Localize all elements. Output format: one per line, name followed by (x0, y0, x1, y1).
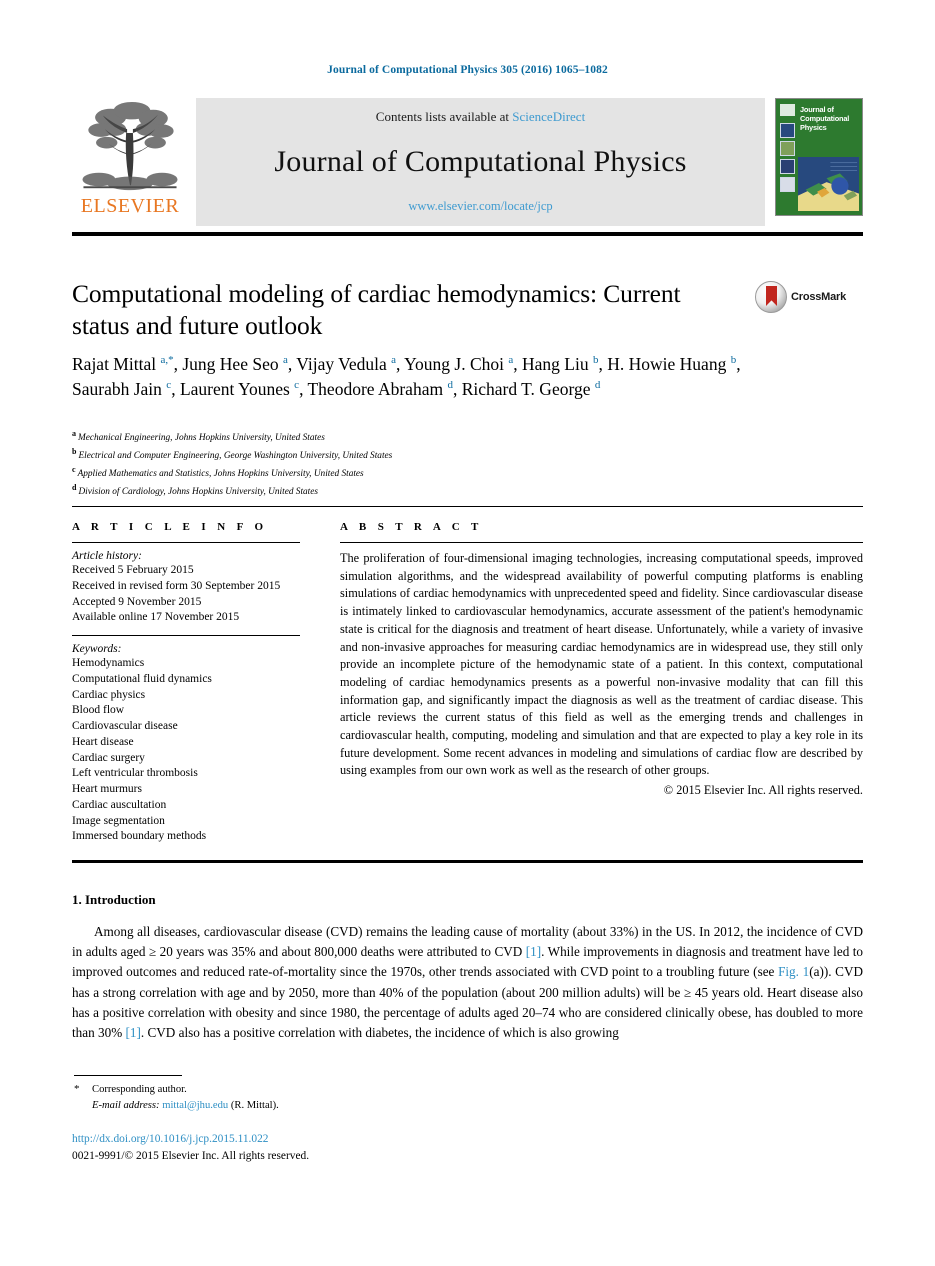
article-info-heading: A R T I C L E I N F O (72, 521, 268, 533)
abstract-column: A B S T R A C T The proliferation of fou… (340, 521, 863, 798)
email-suffix: (R. Mittal). (230, 1099, 279, 1111)
abstract-rule (340, 542, 863, 543)
keyword-item: Left ventricular thrombosis (72, 767, 198, 780)
contents-prefix: Contents lists available at (375, 109, 513, 124)
introduction-top-divider (72, 860, 863, 863)
email-note: E-mail address: mittal@jhu.edu (R. Mitta… (74, 1098, 574, 1114)
issn-copyright: 0021-9991/© 2015 Elsevier Inc. All right… (72, 1149, 310, 1162)
keywords-rule (72, 635, 300, 636)
email-link[interactable]: mittal@jhu.edu (162, 1100, 228, 1111)
journal-url-link[interactable]: www.elsevier.com/locate/jcp (408, 199, 552, 214)
crossmark-icon (755, 281, 787, 313)
affiliation-text: Applied Mathematics and Statistics, John… (77, 469, 364, 480)
affiliation-list: a Mechanical Engineering, Johns Hopkins U… (72, 428, 672, 501)
footer-block: http://dx.doi.org/10.1016/j.jcp.2015.11.… (72, 1131, 309, 1164)
email-label: E-mail address: (92, 1099, 160, 1111)
affiliation-text: Electrical and Computer Engineering, Geo… (78, 451, 393, 462)
elsevier-wordmark: ELSEVIER (80, 195, 180, 217)
running-head: Journal of Computational Physics 305 (20… (327, 64, 608, 76)
paragraph-text: . CVD also has a positive correlation wi… (140, 1024, 619, 1040)
keywords-list: Hemodynamics Computational fluid dynamics… (72, 656, 300, 845)
title-block: Computational modeling of cardiac hemody… (72, 278, 863, 342)
article-info-rule (72, 542, 300, 543)
affiliation-mark: b (72, 447, 77, 457)
introduction-paragraph: Among all diseases, cardiovascular disea… (72, 922, 863, 1043)
article-history-item: Accepted 9 November 2015 (72, 595, 202, 608)
keyword-item: Computational fluid dynamics (72, 672, 212, 685)
author-list: Rajat Mittal a,*, Jung Hee Seo a, Vijay … (72, 354, 741, 400)
citation-link[interactable]: [1] (526, 944, 541, 959)
article-info-column: A R T I C L E I N F O Article history: R… (72, 521, 300, 845)
cover-artwork (798, 157, 859, 211)
citation-link[interactable]: [1] (125, 1025, 140, 1040)
elsevier-logo: ELSEVIER (72, 98, 188, 226)
page-title: Computational modeling of cardiac hemody… (72, 279, 681, 340)
article-history-item: Received in revised form 30 September 20… (72, 579, 281, 592)
contents-panel: Contents lists available at ScienceDirec… (196, 98, 765, 226)
cover-title-text: Journal of Computational Physics (800, 105, 850, 133)
keyword-item: Immersed boundary methods (72, 830, 207, 843)
affiliation-item: c Applied Mathematics and Statistics, Joh… (72, 464, 672, 482)
keyword-item: Cardiac surgery (72, 751, 145, 764)
affiliation-mark: d (72, 483, 77, 493)
cover-thumbnail-1 (780, 123, 795, 138)
article-history-list: Received 5 February 2015 Received in revi… (72, 563, 300, 626)
affiliation-item: d Division of Cardiology, Johns Hopkins U… (72, 482, 672, 500)
affiliation-item: a Mechanical Engineering, Johns Hopkins U… (72, 428, 672, 446)
keyword-item: Heart disease (72, 735, 134, 748)
asterisk-icon: * (74, 1083, 80, 1095)
citation-link[interactable]: Fig. 1 (778, 964, 809, 979)
crossmark-badge-group[interactable]: CrossMark (755, 280, 863, 314)
cover-thumbnail-2 (780, 141, 795, 156)
article-history-item: Received 5 February 2015 (72, 564, 194, 576)
journal-masthead: ELSEVIER Contents lists available at Sci… (72, 98, 863, 226)
introduction-heading: 1. Introduction (72, 892, 156, 907)
contents-available-line: Contents lists available at ScienceDirec… (376, 109, 585, 125)
abstract-top-divider (72, 506, 863, 507)
masthead-divider (72, 232, 863, 236)
keyword-item: Cardiac auscultation (72, 798, 167, 811)
keyword-item: Heart murmurs (72, 783, 142, 795)
keywords-label: Keywords: (72, 643, 122, 655)
cover-thumbnail-3 (780, 159, 795, 174)
elsevier-tree-icon (81, 100, 179, 195)
footnote-divider (74, 1075, 182, 1076)
affiliation-item: b Electrical and Computer Engineering, Ge… (72, 446, 672, 464)
corresponding-author-note: * Corresponding author. (74, 1081, 574, 1098)
keyword-item: Cardiovascular disease (72, 720, 178, 732)
keyword-item: Blood flow (72, 704, 125, 717)
cover-publisher-mark-icon (780, 104, 795, 116)
abstract-heading: A B S T R A C T (340, 521, 483, 533)
affiliation-text: Division of Cardiology, Johns Hopkins Un… (78, 487, 319, 498)
crossmark-label: CrossMark (791, 291, 847, 303)
keyword-item: Hemodynamics (72, 657, 145, 669)
keyword-item: Image segmentation (72, 814, 165, 827)
corresponding-author-text: Corresponding author. (92, 1084, 187, 1095)
journal-cover-image: Journal of Computational Physics (775, 98, 863, 216)
affiliation-mark: c (72, 465, 76, 475)
paper-page: Journal of Computational Physics 305 (20… (0, 0, 935, 1266)
journal-title: Journal of Computational Physics (274, 145, 687, 178)
article-history-item: Available online 17 November 2015 (72, 611, 240, 624)
cover-thumbnail-4 (780, 177, 795, 192)
footnote-block: * Corresponding author. E-mail address: m… (74, 1081, 574, 1114)
affiliation-mark: a (72, 429, 76, 438)
journal-cover: Journal of Computational Physics (773, 98, 863, 226)
doi-link[interactable]: http://dx.doi.org/10.1016/j.jcp.2015.11.… (72, 1131, 309, 1148)
abstract-text: The proliferation of four-dimensional im… (340, 551, 863, 778)
affiliation-text: Mechanical Engineering, Johns Hopkins Un… (78, 433, 325, 444)
abstract-copyright: © 2015 Elsevier Inc. All rights reserved… (663, 783, 863, 798)
article-history-label: Article history: (72, 550, 142, 562)
sciencedirect-link[interactable]: ScienceDirect (512, 109, 585, 124)
keyword-item: Cardiac physics (72, 688, 146, 701)
